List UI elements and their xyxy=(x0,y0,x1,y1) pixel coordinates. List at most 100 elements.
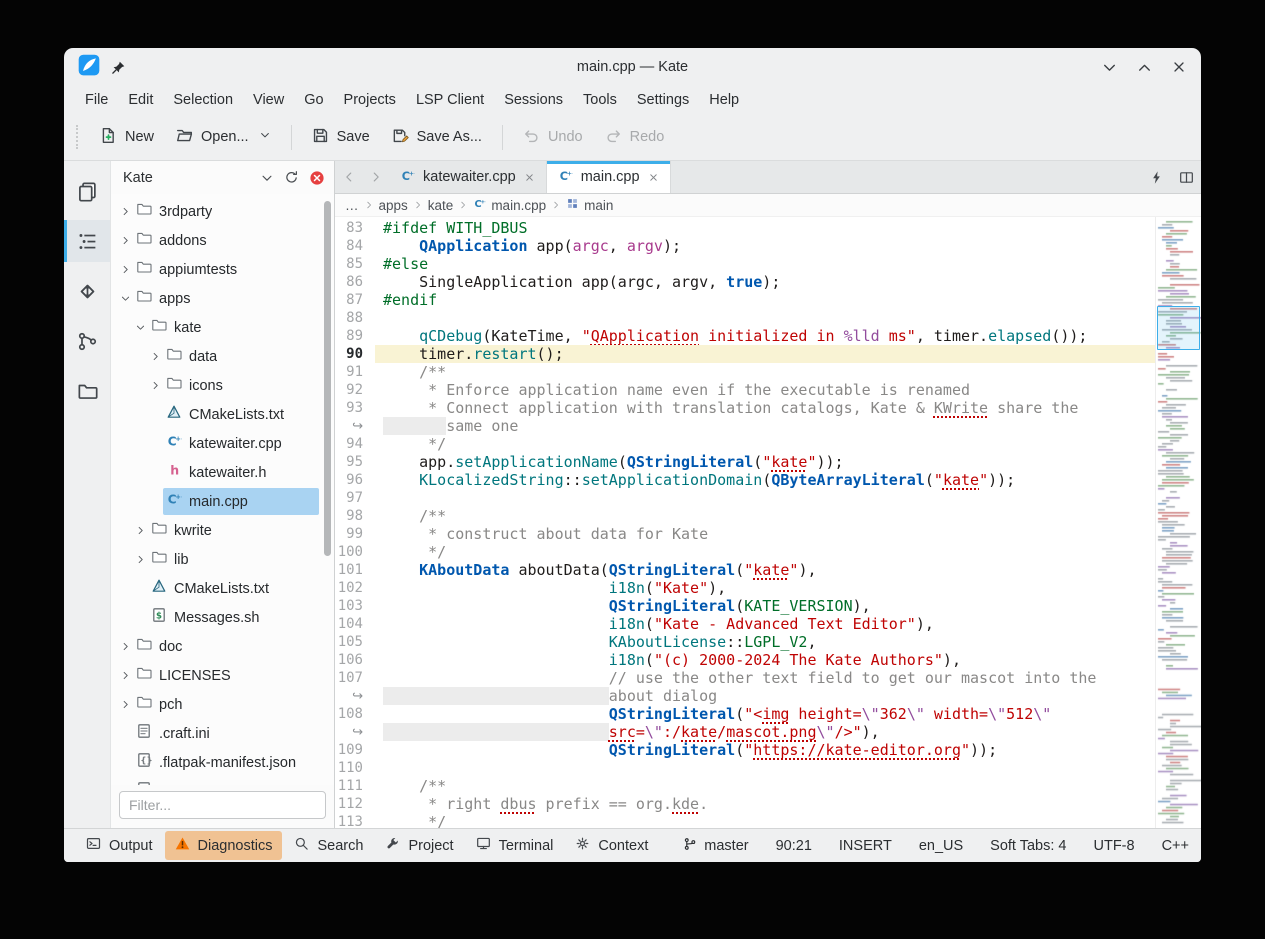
code-line[interactable]: ↪ about dialog xyxy=(335,687,1155,705)
menu-view[interactable]: View xyxy=(244,89,293,111)
code-line[interactable]: 91 /** xyxy=(335,363,1155,381)
code-line[interactable]: 90 timer.restart(); xyxy=(335,345,1155,363)
code-line[interactable]: 92 * Enforce application name even if th… xyxy=(335,381,1155,399)
tree-item-appiumtests[interactable]: appiumtests xyxy=(111,255,334,284)
minimap-viewport[interactable] xyxy=(1157,306,1200,350)
toolbar-drag-handle[interactable] xyxy=(76,125,81,149)
menu-selection[interactable]: Selection xyxy=(164,89,242,111)
dock-symbols-button[interactable] xyxy=(64,220,110,262)
code-line[interactable]: 86 SingleApplication app(argc, argv, tru… xyxy=(335,273,1155,291)
tree-item-kate[interactable]: kate xyxy=(111,313,334,342)
tree-item-cmakelists-txt[interactable]: CMakeLists.txt xyxy=(111,574,334,603)
tree-item-flatpak-manifest-jso[interactable]: {}.flatpak-manifest.jso xyxy=(111,777,334,785)
code-line[interactable]: ↪ src=\":/kate/mascot.png\"/>"), xyxy=(335,723,1155,741)
tree-item-flatpak-manifest-json[interactable]: {}.flatpak-manifest.json xyxy=(111,748,334,777)
code-line[interactable]: 99 * construct about data for Kate xyxy=(335,525,1155,543)
code-line[interactable]: 107 // use the other text field to get o… xyxy=(335,669,1155,687)
statusbar-diagnostics-button[interactable]: Diagnostics xyxy=(165,831,283,860)
code-view[interactable]: 83#ifdef WITH_DBUS84 QApplication app(ar… xyxy=(335,217,1155,828)
code-line[interactable]: 96 KLocalizedString::setApplicationDomai… xyxy=(335,471,1155,489)
tree-item-kwrite[interactable]: kwrite xyxy=(111,516,334,545)
redo-button[interactable]: Redo xyxy=(594,120,676,155)
breadcrumb-main-cpp[interactable]: C++main.cpp xyxy=(473,197,546,213)
code-line[interactable]: 89 qCDebug(KateTime, "QApplication initi… xyxy=(335,327,1155,345)
status-en-us[interactable]: en_US xyxy=(919,838,963,854)
statusbar-search-button[interactable]: Search xyxy=(284,831,373,860)
titlebar[interactable]: main.cpp — Kate xyxy=(64,48,1201,86)
new-button[interactable]: New xyxy=(89,120,165,155)
close-button[interactable] xyxy=(1171,59,1187,75)
menu-sessions[interactable]: Sessions xyxy=(495,89,572,111)
menu-settings[interactable]: Settings xyxy=(628,89,698,111)
tree-item-main-cpp[interactable]: C++main.cpp xyxy=(111,487,334,516)
save-button[interactable]: Save xyxy=(301,120,381,155)
code-line[interactable]: 110 xyxy=(335,759,1155,777)
code-line[interactable]: 112 * right dbus prefix == org.kde. xyxy=(335,795,1155,813)
menu-edit[interactable]: Edit xyxy=(119,89,162,111)
status-master[interactable]: master xyxy=(683,837,748,855)
menu-file[interactable]: File xyxy=(76,89,117,111)
code-line[interactable]: 87#endif xyxy=(335,291,1155,309)
tree-item-addons[interactable]: addons xyxy=(111,226,334,255)
statusbar-context-button[interactable]: Context xyxy=(565,831,658,860)
dock-git-button[interactable] xyxy=(64,270,110,312)
code-line[interactable]: 106 i18n("(c) 2000-2024 The Kate Authors… xyxy=(335,651,1155,669)
project-close-button[interactable] xyxy=(309,170,325,186)
tab-history-back-button[interactable] xyxy=(335,161,362,193)
menu-lsp-client[interactable]: LSP Client xyxy=(407,89,493,111)
status-insert[interactable]: INSERT xyxy=(839,838,892,854)
code-line[interactable]: ↪ same one xyxy=(335,417,1155,435)
status-utf-8[interactable]: UTF-8 xyxy=(1093,838,1134,854)
open-dropdown-arrow[interactable] xyxy=(259,129,271,145)
tree-item-lib[interactable]: lib xyxy=(111,545,334,574)
code-line[interactable]: 98 /** xyxy=(335,507,1155,525)
status-soft-tabs-4[interactable]: Soft Tabs: 4 xyxy=(990,838,1066,854)
menu-projects[interactable]: Projects xyxy=(335,89,405,111)
project-title[interactable]: Kate xyxy=(120,170,250,186)
tab-close-button[interactable] xyxy=(524,172,535,183)
project-switch-button[interactable] xyxy=(260,171,274,185)
tab-katewaiter-cpp[interactable]: C++katewaiter.cpp xyxy=(389,161,547,193)
tree-item-icons[interactable]: icons xyxy=(111,371,334,400)
minimap[interactable] xyxy=(1155,217,1201,828)
breadcrumb-overflow[interactable]: … xyxy=(345,198,359,213)
pin-icon[interactable] xyxy=(111,60,126,75)
open-button[interactable]: Open... xyxy=(165,120,282,155)
tree-item-apps[interactable]: apps xyxy=(111,284,334,313)
code-line[interactable]: 105 KAboutLicense::LGPL_V2, xyxy=(335,633,1155,651)
tree-item-data[interactable]: data xyxy=(111,342,334,371)
breadcrumb-kate[interactable]: kate xyxy=(428,198,454,213)
code-line[interactable]: 93 * Connect application with translatio… xyxy=(335,399,1155,417)
breadcrumb-apps[interactable]: apps xyxy=(379,198,408,213)
code-line[interactable]: 103 QStringLiteral(KATE_VERSION), xyxy=(335,597,1155,615)
dock-filesystem-button[interactable] xyxy=(64,370,110,412)
tree-item-pch[interactable]: pch xyxy=(111,690,334,719)
split-view-button[interactable] xyxy=(1171,161,1201,193)
undo-button[interactable]: Undo xyxy=(512,120,594,155)
tab-close-button[interactable] xyxy=(648,172,659,183)
project-filter-input[interactable] xyxy=(119,791,326,819)
status-c[interactable]: C++ xyxy=(1162,838,1189,854)
code-line[interactable]: 100 */ xyxy=(335,543,1155,561)
tree-item-licenses[interactable]: LICENSES xyxy=(111,661,334,690)
tab-main-cpp[interactable]: C++main.cpp xyxy=(547,161,671,193)
dock-documents-button[interactable] xyxy=(64,170,110,212)
code-line[interactable]: 102 i18n("Kate"), xyxy=(335,579,1155,597)
save-as-button[interactable]: Save As... xyxy=(381,120,493,155)
code-line[interactable]: 111 /** xyxy=(335,777,1155,795)
tab-history-forward-button[interactable] xyxy=(362,161,389,193)
code-line[interactable]: 109 QStringLiteral("https://kate-editor.… xyxy=(335,741,1155,759)
code-line[interactable]: 104 i18n("Kate - Advanced Text Editor"), xyxy=(335,615,1155,633)
tree-item-katewaiter-cpp[interactable]: C++katewaiter.cpp xyxy=(111,429,334,458)
tree-item-doc[interactable]: doc xyxy=(111,632,334,661)
code-line[interactable]: 97 xyxy=(335,489,1155,507)
code-line[interactable]: 101 KAboutData aboutData(QStringLiteral(… xyxy=(335,561,1155,579)
menu-tools[interactable]: Tools xyxy=(574,89,626,111)
menu-help[interactable]: Help xyxy=(700,89,748,111)
tree-scrollbar[interactable] xyxy=(324,201,331,556)
code-line[interactable]: 83#ifdef WITH_DBUS xyxy=(335,219,1155,237)
tree-item-craft-ini[interactable]: .craft.ini xyxy=(111,719,334,748)
statusbar-terminal-button[interactable]: Terminal xyxy=(466,831,564,860)
minimize-button[interactable] xyxy=(1101,59,1118,76)
menu-go[interactable]: Go xyxy=(295,89,332,111)
